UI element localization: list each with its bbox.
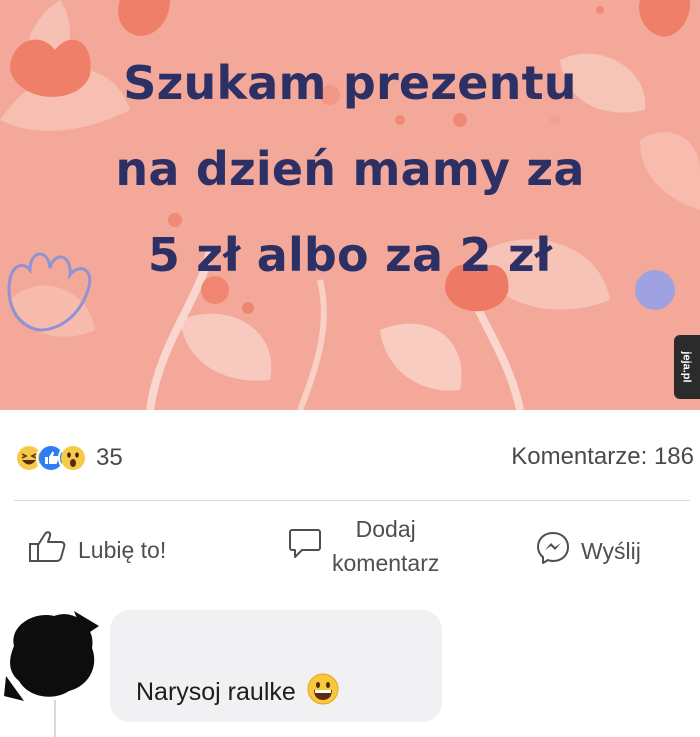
like-label: Lubię to!: [78, 536, 167, 563]
comment-button[interactable]: Dodaj komentarz: [288, 512, 439, 580]
thumbs-up-icon: [28, 530, 68, 570]
comments-count-link[interactable]: Komentarze: 186: [511, 443, 694, 471]
banner-title: Szukam prezentu na dzień mamy za 5 zł al…: [40, 40, 660, 298]
thread-line: [54, 700, 56, 737]
redacted-author-name: [128, 626, 428, 656]
reaction-count: 35: [96, 444, 123, 471]
watermark-text: jeja.pl: [681, 351, 693, 383]
banner-title-line: Szukam prezentu: [123, 56, 577, 110]
reactions-summary[interactable]: 35: [14, 440, 123, 476]
comment-label-line1: Dodaj: [355, 516, 416, 542]
comment-label: Dodaj komentarz: [332, 512, 439, 580]
avatar[interactable]: [4, 606, 100, 702]
comment-bubble-icon: [288, 526, 322, 566]
post-image-banner[interactable]: Szukam prezentu na dzień mamy za 5 zł al…: [0, 0, 700, 410]
comment-bubble[interactable]: Narysoj raulke: [110, 610, 442, 722]
send-label: Wyślij: [581, 537, 641, 564]
like-button[interactable]: Lubię to!: [28, 530, 166, 570]
wow-icon: [58, 443, 88, 473]
divider: [14, 500, 690, 501]
redacted-avatar-scribble: [4, 611, 99, 701]
comment-text: Narysoj raulke: [136, 672, 340, 713]
banner-title-line: 5 zł albo za 2 zł: [147, 228, 553, 282]
jeja-watermark: jeja.pl: [674, 335, 700, 399]
comment-body: Narysoj raulke: [136, 678, 296, 706]
comment-label-line2: komentarz: [332, 550, 440, 576]
banner-title-line: na dzień mamy za: [115, 142, 585, 196]
messenger-icon: [535, 530, 571, 572]
grinning-face-icon: [306, 672, 340, 713]
send-button[interactable]: Wyślij: [535, 530, 641, 572]
